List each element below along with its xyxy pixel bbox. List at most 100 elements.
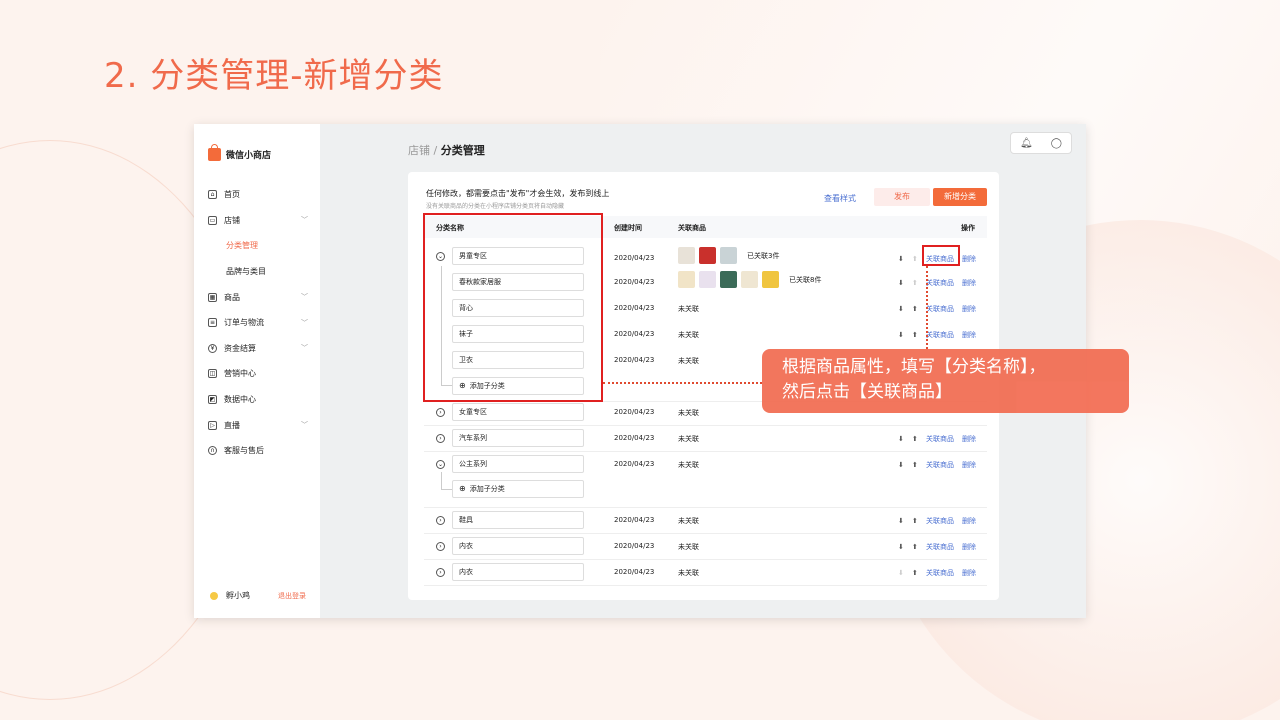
logout-link[interactable]: 退出登录 (278, 591, 306, 601)
notice: 任何修改，都需要点击"发布"才会生效，发布到线上 没有关联商品的分类在小程序店铺… (426, 188, 609, 210)
link-products-button[interactable]: 关联商品 (926, 516, 954, 526)
link-products-button[interactable]: 关联商品 (926, 460, 954, 470)
move-up-icon[interactable]: ⬆︎ (912, 461, 918, 469)
expand-icon[interactable]: › (436, 542, 445, 551)
move-up-icon[interactable]: ⬆︎ (912, 305, 918, 313)
callout-line1: 根据商品属性，填写【分类名称】， (782, 357, 1046, 377)
delete-button[interactable]: 删除 (962, 304, 976, 314)
related-status: 未关联 (678, 543, 699, 551)
table-row: › 内衣 2020/04/23 未关联 ⬇︎ ⬆︎ 关联商品 删除 (424, 560, 987, 586)
expand-icon[interactable]: › (436, 516, 445, 525)
chat-icon[interactable]: ◯ (1051, 138, 1062, 149)
marketing-icon: ◫ (208, 369, 217, 379)
money-icon: ¥ (208, 343, 217, 353)
collapse-icon[interactable]: ⌄ (436, 460, 445, 469)
sidebar-item-label: 营销中心 (224, 369, 256, 379)
sidebar-item-marketing[interactable]: ◫ 营销中心 (208, 361, 308, 387)
product-thumb (678, 271, 695, 288)
expand-icon[interactable]: › (436, 568, 445, 577)
delete-button[interactable]: 删除 (962, 542, 976, 552)
product-thumb (762, 271, 779, 288)
row-divider (424, 585, 987, 586)
move-down-icon[interactable]: ⬇︎ (898, 331, 904, 339)
created-date: 2020/04/23 (614, 568, 655, 576)
sidebar-item-service[interactable]: ∩ 客服与售后 (208, 438, 308, 464)
created-date: 2020/04/23 (614, 304, 655, 312)
brand[interactable]: 微信小商店 (208, 144, 271, 161)
link-products-button[interactable]: 关联商品 (926, 542, 954, 552)
move-down-icon[interactable]: ⬇︎ (898, 279, 904, 287)
created-date: 2020/04/23 (614, 516, 655, 524)
category-name-input[interactable]: 汽车系列 (452, 429, 584, 447)
move-up-icon[interactable]: ⬆︎ (912, 517, 918, 525)
view-style-button[interactable]: 查看样式 (824, 193, 856, 204)
annotation-connector (926, 266, 928, 349)
notice-main: 任何修改，都需要点击"发布"才会生效，发布到线上 (426, 189, 610, 198)
move-down-icon[interactable]: ⬇︎ (898, 517, 904, 525)
sidebar-item-store[interactable]: ▭ 店铺 ﹀ (208, 208, 308, 234)
delete-button[interactable]: 删除 (962, 516, 976, 526)
move-down-icon[interactable]: ⬇︎ (898, 461, 904, 469)
category-name-input[interactable]: 内衣 (452, 563, 584, 581)
sidebar-item-products[interactable]: ▦ 商品 ﹀ (208, 284, 308, 310)
delete-button[interactable]: 删除 (962, 434, 976, 444)
row-ops: ⬇︎ ⬆︎ 关联商品 删除 (898, 460, 976, 470)
bell-icon[interactable]: 🔔︎ (1020, 138, 1033, 149)
expand-icon[interactable]: › (436, 408, 445, 417)
store-icon: ▭ (208, 215, 217, 225)
link-products-button[interactable]: 关联商品 (926, 568, 954, 578)
link-products-button[interactable]: 关联商品 (926, 434, 954, 444)
move-down-icon[interactable]: ⬇︎ (898, 305, 904, 313)
move-down-icon[interactable]: ⬇︎ (898, 435, 904, 443)
created-date: 2020/04/23 (614, 330, 655, 338)
category-name-input[interactable]: 鞋具 (452, 511, 584, 529)
row-ops: ⬇︎ ⬆︎ 关联商品 删除 (898, 542, 976, 552)
sidebar-item-orders[interactable]: ≡ 订单与物流 ﹀ (208, 310, 308, 336)
delete-button[interactable]: 删除 (962, 330, 976, 340)
sidebar-item-home[interactable]: ⌂ 首页 (208, 182, 308, 208)
link-products-button[interactable]: 关联商品 (926, 330, 954, 340)
category-name-input[interactable]: 公主系列 (452, 455, 584, 473)
link-products-button[interactable]: 关联商品 (926, 278, 954, 288)
notice-sub: 没有关联商品的分类在小程序店铺分类页将自动隐藏 (426, 203, 565, 210)
highlight-category-name (423, 213, 603, 402)
move-down-icon[interactable]: ⬇︎ (898, 543, 904, 551)
category-name-input[interactable]: 内衣 (452, 537, 584, 555)
sidebar-item-category-mgmt[interactable]: 分类管理 (208, 233, 308, 259)
publish-button[interactable]: 发布 (874, 188, 930, 206)
add-subcategory-button[interactable]: ⊕ 添加子分类 (452, 480, 584, 498)
row-ops: ⬇︎ ⬆︎ 关联商品 删除 (898, 278, 976, 288)
move-down-icon[interactable]: ⬇︎ (898, 255, 904, 263)
sidebar-item-label: 首页 (224, 190, 240, 200)
avatar[interactable] (210, 591, 218, 600)
link-products-button[interactable]: 关联商品 (926, 304, 954, 314)
related-status: 已关联3件 (747, 251, 780, 260)
created-date: 2020/04/23 (614, 278, 655, 286)
sidebar-item-data[interactable]: ◩ 数据中心 (208, 387, 308, 413)
move-up-icon[interactable]: ⬆︎ (912, 331, 918, 339)
breadcrumb-parent[interactable]: 店铺 (408, 144, 430, 157)
table-row: ⊕ 添加子分类 (424, 478, 987, 508)
highlight-link-products (922, 245, 960, 266)
expand-icon[interactable]: › (436, 434, 445, 443)
sidebar-item-live[interactable]: ▷ 直播 ﹀ (208, 412, 308, 438)
created-date: 2020/04/23 (614, 434, 655, 442)
delete-button[interactable]: 删除 (962, 568, 976, 578)
related-status: 已关联8件 (789, 275, 822, 284)
move-up-icon[interactable]: ⬆︎ (912, 435, 918, 443)
move-up-icon[interactable]: ⬆︎ (912, 569, 918, 577)
add-category-button[interactable]: 新增分类 (933, 188, 987, 206)
move-up-icon[interactable]: ⬆︎ (912, 543, 918, 551)
category-name-input[interactable]: 女童专区 (452, 403, 584, 421)
sidebar-item-label: 数据中心 (224, 395, 256, 405)
related-status: 未关联 (678, 409, 699, 417)
row-ops: ⬇︎ ⬆︎ 关联商品 删除 (898, 516, 976, 526)
product-thumb (741, 271, 758, 288)
product-thumb (678, 247, 695, 264)
move-up-icon: ⬆︎ (912, 255, 918, 263)
delete-button[interactable]: 删除 (962, 278, 976, 288)
sidebar-item-brand-category[interactable]: 品牌与类目 (208, 259, 308, 285)
delete-button[interactable]: 删除 (962, 254, 976, 264)
delete-button[interactable]: 删除 (962, 460, 976, 470)
sidebar-item-finance[interactable]: ¥ 资金结算 ﹀ (208, 336, 308, 362)
